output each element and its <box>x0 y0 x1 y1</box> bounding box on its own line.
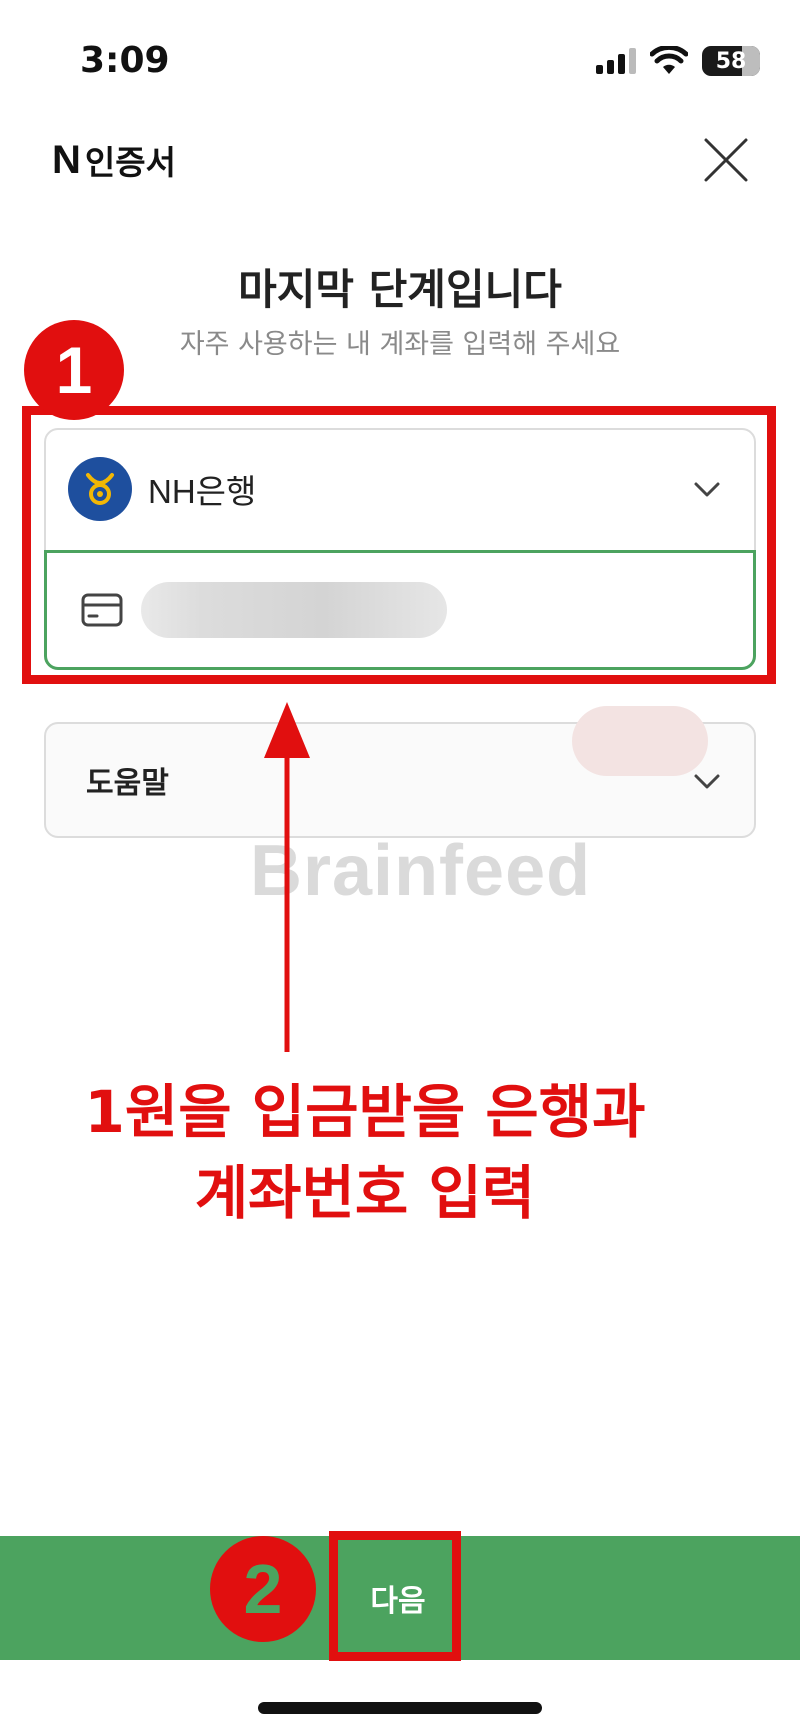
battery-percent: 58 <box>715 48 747 74</box>
annotation-caption-line-2: 계좌번호 입력 <box>194 1159 536 1228</box>
annotation-arrow <box>264 702 310 1052</box>
annotation-box-next <box>329 1531 461 1661</box>
annotation-badge-2: 2 <box>210 1536 316 1642</box>
home-indicator <box>258 1702 542 1714</box>
annotation-caption: 1원을 입금받을 은행과 계좌번호 입력 <box>0 1072 730 1234</box>
annotation-caption-line-1: 1원을 입금받을 은행과 <box>84 1078 646 1146</box>
